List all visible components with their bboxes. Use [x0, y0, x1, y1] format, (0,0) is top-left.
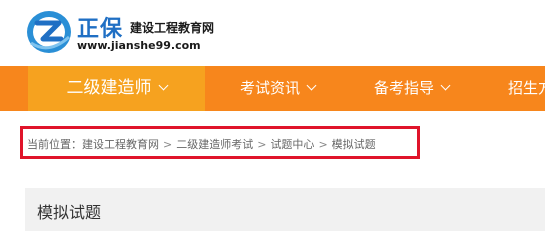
breadcrumb-link-mock[interactable]: 模拟试题: [332, 136, 376, 152]
nav-item-guide[interactable]: 备考指导: [374, 66, 451, 111]
nav-item-label: 招生方: [508, 79, 545, 97]
logo-icon: [27, 11, 71, 53]
nav-item-label: 二级建造师: [66, 78, 152, 98]
nav-item-label: 考试资讯: [240, 79, 301, 97]
section-header: 模拟试题: [25, 188, 545, 231]
site-logo[interactable]: 正保 建设工程教育网 www.jianshe99.com: [25, 9, 214, 57]
nav-item-label: 备考指导: [374, 79, 435, 97]
chevron-down-icon: [440, 80, 451, 91]
breadcrumb-link-home[interactable]: 建设工程教育网: [82, 136, 159, 152]
breadcrumb-separator: >: [163, 138, 173, 151]
breadcrumb-separator: >: [318, 138, 328, 151]
section-title: 模拟试题: [37, 203, 102, 222]
site-header: 正保 建设工程教育网 www.jianshe99.com: [0, 0, 545, 66]
brand-subtitle: 建设工程教育网: [130, 21, 215, 35]
nav-item-erjian[interactable]: 二级建造师: [28, 66, 205, 111]
breadcrumb-link-center[interactable]: 试题中心: [270, 136, 314, 152]
breadcrumb-separator: >: [257, 138, 267, 151]
main-nav: 二级建造师 考试资讯 备考指导 招生方: [0, 66, 545, 111]
chevron-down-icon: [306, 80, 317, 91]
breadcrumb-link-exam[interactable]: 二级建造师考试: [176, 136, 253, 152]
nav-item-news[interactable]: 考试资讯: [240, 66, 317, 111]
site-url: www.jianshe99.com: [77, 39, 201, 52]
breadcrumb: 当前位置：建设工程教育网 > 二级建造师考试 > 试题中心 > 模拟试题: [27, 136, 376, 152]
nav-item-enroll[interactable]: 招生方: [508, 66, 545, 111]
breadcrumb-prefix: 当前位置：: [27, 138, 82, 151]
chevron-down-icon: [158, 80, 168, 91]
